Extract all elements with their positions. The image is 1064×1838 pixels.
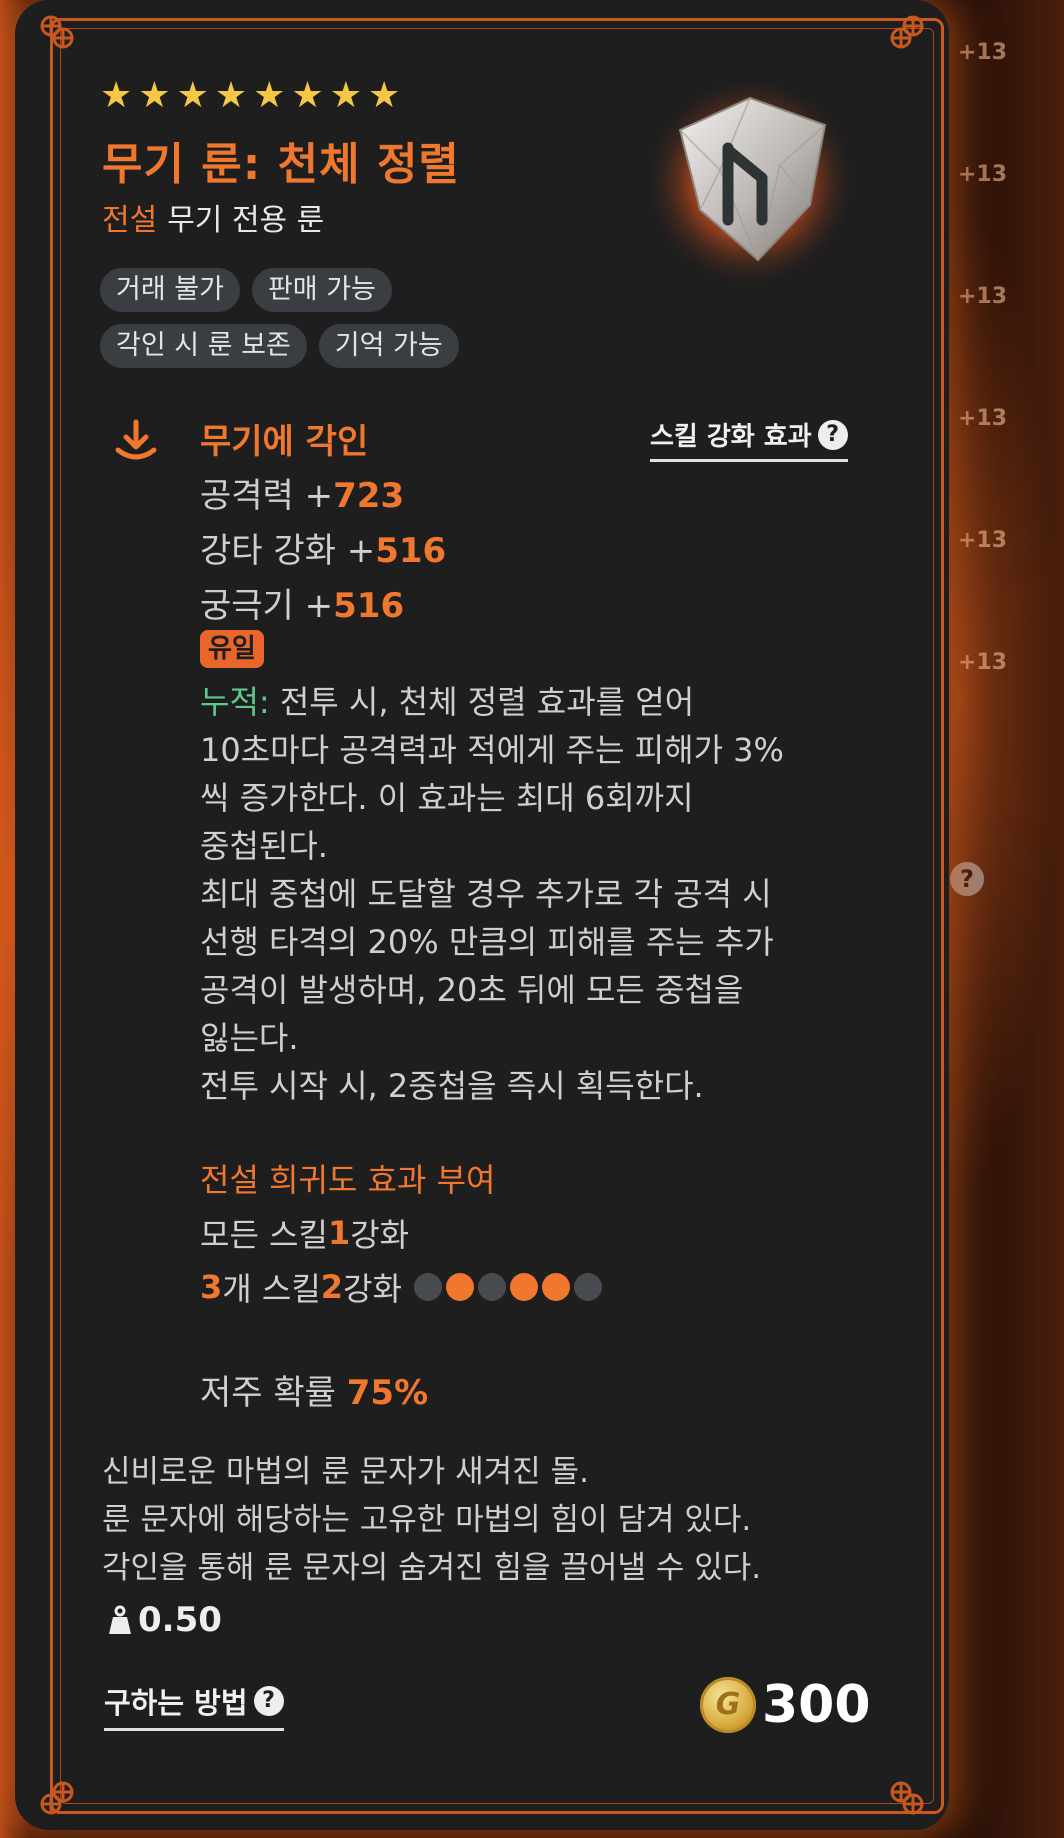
item-grade: 전설 xyxy=(102,203,158,238)
gold-coin-icon: G xyxy=(700,1677,756,1733)
star-icon: ★ xyxy=(253,75,286,116)
desc-line: 선행 타격의 20% 만큼의 피해를 주는 추가 xyxy=(200,923,774,961)
flavor-line: 각인을 통해 룬 문자의 숨겨진 힘을 끌어낼 수 있다. xyxy=(102,1550,762,1586)
item-weight: 0.50 xyxy=(108,1600,222,1640)
weight-icon xyxy=(109,1605,131,1634)
price-value: 300 xyxy=(762,1675,871,1735)
star-icon: ★ xyxy=(100,75,133,116)
curse-value: 75% xyxy=(346,1373,429,1413)
how-to-obtain-link[interactable]: 구하는 방법? xyxy=(104,1680,284,1731)
star-icon: ★ xyxy=(176,75,209,116)
skill-enhance-link[interactable]: 스킬 강화 효과? xyxy=(650,416,848,462)
legend-line-all-skills: 모든 스킬 1 강화 xyxy=(200,1210,409,1256)
unique-badge: 유일 xyxy=(200,630,264,668)
skill-dot-active xyxy=(541,1273,570,1301)
corner-knot-icon xyxy=(40,15,74,49)
legend-text: 강화 xyxy=(343,1270,402,1308)
desc-line: 중첩된다. xyxy=(200,827,328,865)
legend-text: 개 스킬 xyxy=(222,1270,321,1308)
side-level-tag: +13 xyxy=(958,40,1008,65)
stat-value: 516 xyxy=(333,586,405,626)
engrave-section-title: 무기에 각인 xyxy=(200,422,369,462)
rune-stone-icon xyxy=(640,70,860,290)
side-level-tag: +13 xyxy=(958,284,1008,309)
skill-dot-active xyxy=(445,1273,474,1301)
legend-value: 2 xyxy=(320,1268,344,1306)
star-icon: ★ xyxy=(367,75,401,116)
item-category: 무기 전용 룬 xyxy=(167,203,325,238)
desc-line: 전투 시, 천체 정렬 효과를 얻어 xyxy=(269,683,695,721)
skill-enhance-label: 스킬 강화 효과 xyxy=(650,422,812,452)
side-level-tag: +13 xyxy=(958,162,1008,187)
stat-label: 강타 강화 + xyxy=(200,531,376,571)
legend-line-three-skills: 3개 스킬 2 강화 xyxy=(200,1264,602,1310)
item-price: G 300 xyxy=(700,1675,871,1735)
stat-ultimate: 궁극기 +516 xyxy=(200,578,404,627)
corner-knot-icon xyxy=(890,15,924,49)
skill-dot-inactive xyxy=(477,1273,506,1301)
stat-attack: 공격력 +723 xyxy=(200,468,404,517)
desc-line: 공격이 발생하며, 20초 뒤에 모든 중첩을 xyxy=(200,971,744,1009)
star-rating: ★ ★ ★ ★ ★ ★ ★ ★ xyxy=(100,78,400,114)
effect-description: 누적: 전투 시, 천체 정렬 효과를 얻어 10초마다 공격력과 적에게 주는… xyxy=(200,678,840,1110)
tag-sellable: 판매 가능 xyxy=(251,268,392,312)
tag-rune-preserved: 각인 시 룬 보존 xyxy=(100,324,307,368)
stat-value: 516 xyxy=(375,531,447,571)
side-help-icon[interactable]: ? xyxy=(950,862,984,896)
desc-line: 10초마다 공격력과 적에게 주는 피해가 3% xyxy=(200,731,784,769)
engrave-download-icon xyxy=(115,419,157,460)
help-icon: ? xyxy=(253,1686,284,1716)
legend-effect-title: 전설 희귀도 효과 부여 xyxy=(200,1161,496,1199)
legend-text: 모든 스킬 xyxy=(200,1216,328,1254)
star-icon: ★ xyxy=(329,75,362,116)
how-to-obtain-label: 구하는 방법 xyxy=(104,1686,248,1720)
curse-chance: 저주 확률 75% xyxy=(200,1365,428,1414)
stat-value: 723 xyxy=(333,476,405,516)
desc-line: 전투 시작 시, 2중첩을 즉시 획득한다. xyxy=(200,1067,704,1105)
item-subtitle: 전설 무기 전용 룬 xyxy=(102,195,324,239)
side-level-tag: +13 xyxy=(958,650,1008,675)
help-icon: ? xyxy=(817,419,848,450)
curse-label: 저주 확률 xyxy=(200,1373,347,1413)
stack-label: 누적: xyxy=(200,683,270,721)
desc-line: 잃는다. xyxy=(200,1019,299,1057)
flavor-line: 신비로운 마법의 룬 문자가 새겨진 돌. xyxy=(102,1454,589,1490)
star-icon: ★ xyxy=(214,75,248,116)
flavor-line: 룬 문자에 해당하는 고유한 마법의 힘이 담겨 있다. xyxy=(102,1502,752,1538)
skill-dot-active xyxy=(509,1273,538,1301)
corner-knot-icon xyxy=(40,1781,74,1815)
weight-value: 0.50 xyxy=(138,1600,222,1640)
desc-line: 씩 증가한다. 이 효과는 최대 6회까지 xyxy=(200,779,694,817)
side-level-tag: +13 xyxy=(958,528,1008,553)
star-icon: ★ xyxy=(291,75,324,116)
item-title: 무기 룬: 천체 정렬 xyxy=(102,139,460,190)
stat-label: 공격력 + xyxy=(200,476,334,516)
legend-value: 3 xyxy=(200,1268,223,1306)
desc-line: 최대 중첩에 도달할 경우 추가로 각 공격 시 xyxy=(200,875,772,913)
stat-smash: 강타 강화 +516 xyxy=(200,523,446,572)
tag-untradeable: 거래 불가 xyxy=(100,268,240,312)
legend-value: 1 xyxy=(327,1214,351,1252)
side-level-tag: +13 xyxy=(958,406,1008,431)
skill-slot-dots xyxy=(413,1273,602,1301)
skill-dot-inactive xyxy=(413,1273,442,1301)
flavor-text: 신비로운 마법의 룬 문자가 새겨진 돌. 룬 문자에 해당하는 고유한 마법의… xyxy=(102,1448,761,1592)
skill-dot-inactive xyxy=(573,1273,602,1301)
stat-label: 궁극기 + xyxy=(200,586,334,626)
item-tags: 거래 불가 판매 가능 각인 시 룬 보존 기억 가능 xyxy=(100,268,530,368)
tag-memorizable: 기억 가능 xyxy=(318,324,459,368)
legend-text: 강화 xyxy=(350,1216,410,1254)
corner-knot-icon xyxy=(890,1781,924,1815)
star-icon: ★ xyxy=(138,75,171,116)
